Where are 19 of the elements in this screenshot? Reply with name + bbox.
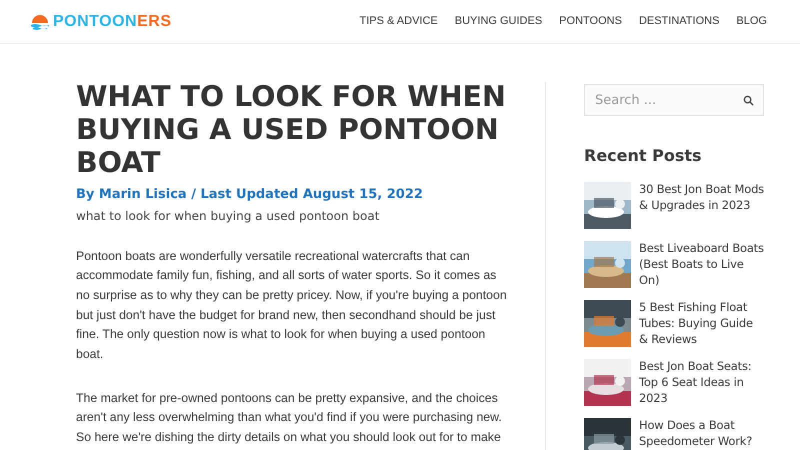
search-field[interactable]: Search ... xyxy=(584,84,764,116)
nav-link[interactable]: BUYING GUIDES xyxy=(454,13,542,30)
widget-heading: Recent Posts xyxy=(584,145,703,167)
nav-link[interactable]: BLOG xyxy=(736,13,767,30)
logo-icon xyxy=(30,14,50,30)
post-link[interactable]: 30 Best Jon Boat Mods & Upgrades in 2023 xyxy=(639,181,764,229)
image-caption: what to look for when buying a used pontoon boat xyxy=(76,208,380,224)
nav-link[interactable]: TIPS & ADVICE xyxy=(360,13,438,30)
search-icon[interactable] xyxy=(743,95,754,106)
post-link[interactable]: How Does a Boat Speedometer Work? xyxy=(639,417,764,450)
nav-link[interactable]: DESTINATIONS xyxy=(638,13,720,30)
nav-link[interactable]: PONTOONS xyxy=(559,13,622,30)
article-byline[interactable]: By Marin Lisica / Last Updated August 15, 2022 xyxy=(76,185,507,204)
post-link[interactable]: Best Jon Boat Seats: Top 6 Seat Ideas in 2023 xyxy=(639,358,764,406)
article-paragraph: The market for pre-owned pontoons can be pretty expansive, and the choices aren't any less overwhelming than what you'd find if you were purchasing new. So here we're dishing the dirty details on what you should look out for to make xyxy=(76,390,503,446)
article-paragraph: Pontoon boats are wonderfully versatile recreational watercrafts that can accommodate family fun, fishing, and all sorts of water sports. So it comes as no surprise as to why they can be pretty pricey. Now, if you're buying a pontoon but just don't have the budget for brand new, then secondhand should be just fine. The only question now is what to look for when buying a used pontoon boat. xyxy=(76,248,507,364)
post-link[interactable]: Best Liveaboard Boats (Best Boats to Live On) xyxy=(639,240,764,288)
post-link[interactable]: 5 Best Fishing Float Tubes: Buying Guide & Reviews xyxy=(639,299,764,347)
article-title: WHAT TO LOOK FOR WHEN BUYING A USED PONTOON BOAT xyxy=(76,80,507,179)
